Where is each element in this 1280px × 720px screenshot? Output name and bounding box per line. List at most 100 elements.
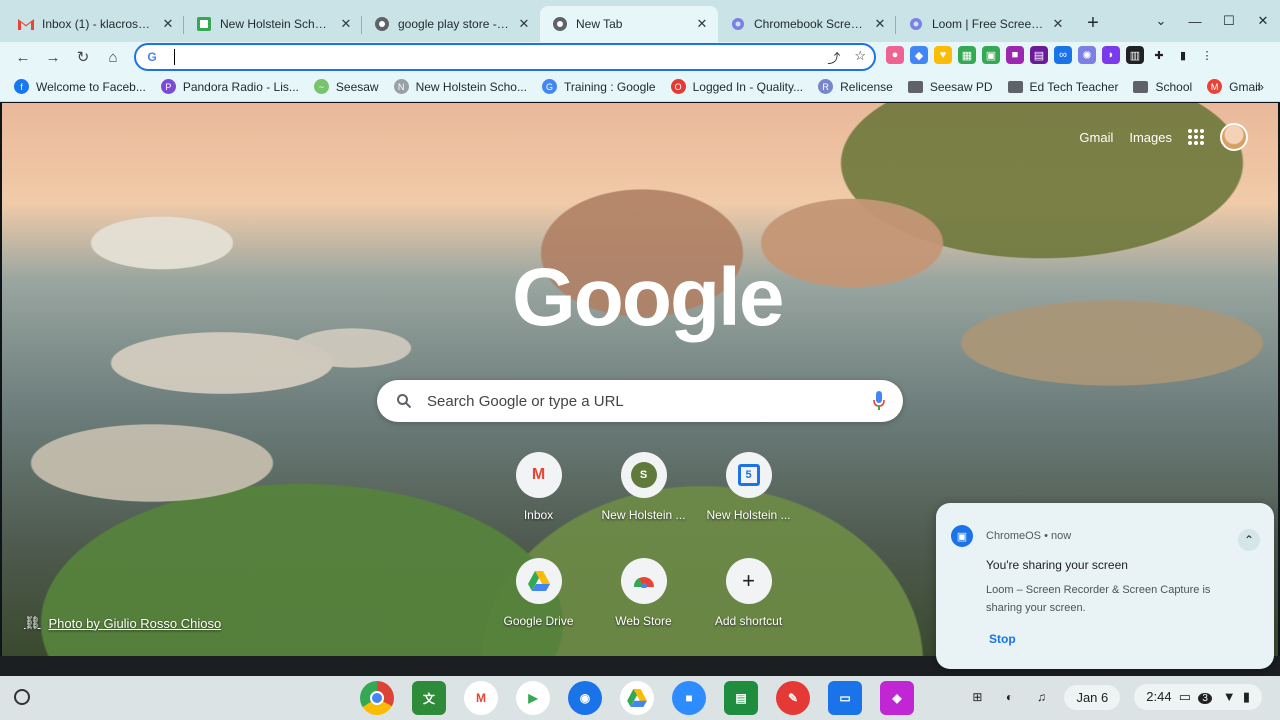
ntp-header-links: Gmail Images (1079, 123, 1248, 151)
close-icon[interactable]: ✕ (694, 16, 710, 32)
bookmark-seesaw[interactable]: ~ Seesaw (313, 79, 379, 94)
media-controls-icon[interactable]: ♫ (1032, 688, 1050, 706)
side-panel-icon[interactable]: ▮ (1174, 46, 1192, 64)
star-icon[interactable]: ☆ (854, 48, 866, 67)
bookmark-quality[interactable]: O Logged In - Quality... (670, 79, 803, 94)
assistant-icon[interactable]: ◐ (1000, 688, 1018, 706)
quality-icon: O (670, 79, 686, 94)
extension-icon[interactable]: ▣ (982, 46, 1000, 64)
back-button[interactable]: ← (8, 43, 38, 71)
close-icon[interactable]: ✕ (160, 16, 176, 32)
status-area[interactable]: 2:44 ▭ 3 ▼ ▮ (1134, 684, 1262, 710)
search-icon (395, 392, 413, 410)
window-controls: ⌄ — ☐ ✕ (1144, 6, 1280, 36)
extension-icon[interactable]: ■ (1006, 46, 1024, 64)
chevron-down-icon[interactable]: ⌄ (1144, 6, 1178, 36)
share-icon[interactable]: ⤴ (827, 48, 840, 67)
bookmark-gmail[interactable]: M Gmail (1207, 79, 1261, 94)
search-box[interactable]: Search Google or type a URL (377, 380, 903, 422)
extension-icon[interactable]: ▤ (1030, 46, 1048, 64)
apps-grid-icon[interactable] (1188, 129, 1204, 145)
shortcut-label: Web Store (615, 614, 672, 628)
chevron-right-icon[interactable]: » (1257, 79, 1264, 94)
close-icon[interactable]: ✕ (1050, 16, 1066, 32)
home-button[interactable]: ⌂ (98, 43, 128, 71)
shortcut-new-holstein-2[interactable]: 5 New Holstein ... (696, 452, 801, 540)
chrome-search-icon (374, 16, 390, 32)
photo-credit-link[interactable]: ⛓ Photo by Giulio Rosso Chioso (24, 615, 221, 631)
bookmark-facebook[interactable]: f Welcome to Faceb... (14, 79, 146, 94)
screencast-app-icon[interactable]: ◆ (880, 681, 914, 715)
files-app-icon[interactable]: ▭ (828, 681, 862, 715)
chrome-app-icon[interactable] (360, 681, 394, 715)
bookmark-folder-school[interactable]: School (1133, 80, 1192, 94)
tab-play-store-search[interactable]: google play store - Goo ✕ (362, 6, 540, 42)
tab-loom[interactable]: Loom | Free Screen & V ✕ (896, 6, 1074, 42)
shortcut-new-holstein-1[interactable]: S New Holstein ... (591, 452, 696, 540)
avatar[interactable] (1220, 123, 1248, 151)
folder-icon (907, 80, 923, 93)
gmail-link[interactable]: Gmail (1079, 130, 1113, 145)
shortcut-inbox[interactable]: M Inbox (486, 452, 591, 540)
zoom-app-icon[interactable]: ■ (672, 681, 706, 715)
bookmark-folder-seesaw-pd[interactable]: Seesaw PD (907, 80, 993, 94)
more-vert-icon[interactable]: ⋮ (1198, 46, 1216, 64)
classroom-app-icon[interactable]: ▤ (724, 681, 758, 715)
puzzle-icon[interactable]: ✚ (1150, 46, 1168, 64)
close-window-button[interactable]: ✕ (1246, 6, 1280, 36)
chevron-up-icon[interactable]: ⌃ (1238, 529, 1260, 551)
status-tray: ⊞ ◐ ♫ Jan 6 2:44 ▭ 3 ▼ ▮ (968, 684, 1262, 710)
pandora-icon: P (160, 79, 176, 94)
folder-icon (1133, 80, 1149, 93)
shortcut-web-store[interactable]: Web Store (591, 558, 696, 646)
shortcut-google-drive[interactable]: Google Drive (486, 558, 591, 646)
extension-icon[interactable]: ◗ (1102, 46, 1120, 64)
bookmark-training-google[interactable]: G Training : Google (541, 79, 656, 94)
screen: Inbox (1) - klacrosse@n ✕ New Holstein S… (0, 0, 1280, 720)
bookmark-new-holstein[interactable]: N New Holstein Scho... (393, 79, 527, 94)
launcher-icon[interactable] (14, 689, 30, 705)
add-shortcut-button[interactable]: + Add shortcut (696, 558, 801, 646)
extension-icon[interactable]: ◆ (910, 46, 928, 64)
extension-icon[interactable]: ▥ (1126, 46, 1144, 64)
photo-credit-text: Photo by Giulio Rosso Chioso (48, 615, 222, 631)
stop-sharing-button[interactable]: Stop (989, 632, 1016, 646)
tab-inbox[interactable]: Inbox (1) - klacrosse@n ✕ (6, 6, 184, 42)
translate-app-icon[interactable]: 文 (412, 681, 446, 715)
loom-extension-icon[interactable]: ● (886, 46, 904, 64)
maximize-button[interactable]: ☐ (1212, 6, 1246, 36)
microphone-icon[interactable] (873, 391, 885, 411)
close-icon[interactable]: ✕ (872, 16, 888, 32)
close-icon[interactable]: ✕ (516, 16, 532, 32)
close-icon[interactable]: ✕ (338, 16, 354, 32)
reload-button[interactable]: ↻ (68, 43, 98, 71)
bookmark-folder-ed-tech[interactable]: Ed Tech Teacher (1007, 80, 1118, 94)
link-icon[interactable]: ∞ (1054, 46, 1072, 64)
images-link[interactable]: Images (1129, 130, 1172, 145)
paint-app-icon[interactable]: ✎ (776, 681, 810, 715)
gmail-app-icon[interactable]: M (464, 681, 498, 715)
bookmark-label: School (1155, 79, 1193, 94)
tab-title: google play store - Goo (398, 17, 510, 31)
drive-app-icon[interactable] (620, 681, 654, 715)
gear-icon (730, 16, 746, 32)
meet-app-icon[interactable]: ▶ (516, 681, 550, 715)
bookmark-label: Training : Google (563, 79, 656, 94)
school-site-icon (196, 16, 212, 32)
minimize-button[interactable]: — (1178, 6, 1212, 36)
date-display[interactable]: Jan 6 (1064, 684, 1121, 710)
tab-chromebook-screen[interactable]: Chromebook Screen Re ✕ (718, 6, 896, 42)
extension-icon[interactable]: ▦ (958, 46, 976, 64)
new-tab-button[interactable]: + (1078, 8, 1108, 38)
screen-capture-icon[interactable]: ⊞ (968, 688, 986, 706)
tab-school-district[interactable]: New Holstein School D ✕ (184, 6, 362, 42)
gear-icon[interactable]: ✺ (1078, 46, 1096, 64)
tab-new-tab[interactable]: New Tab ✕ (540, 6, 718, 42)
extension-icon[interactable]: ♥ (934, 46, 952, 64)
bookmark-relicense[interactable]: R Relicense (818, 79, 893, 94)
omnibox[interactable]: G ⤴ ☆ (134, 43, 876, 71)
calendar-icon: 5 (725, 452, 772, 498)
bookmark-pandora[interactable]: P Pandora Radio - Lis... (160, 79, 299, 94)
forward-button[interactable]: → (38, 43, 68, 71)
password-app-icon[interactable]: ◉ (568, 681, 602, 715)
